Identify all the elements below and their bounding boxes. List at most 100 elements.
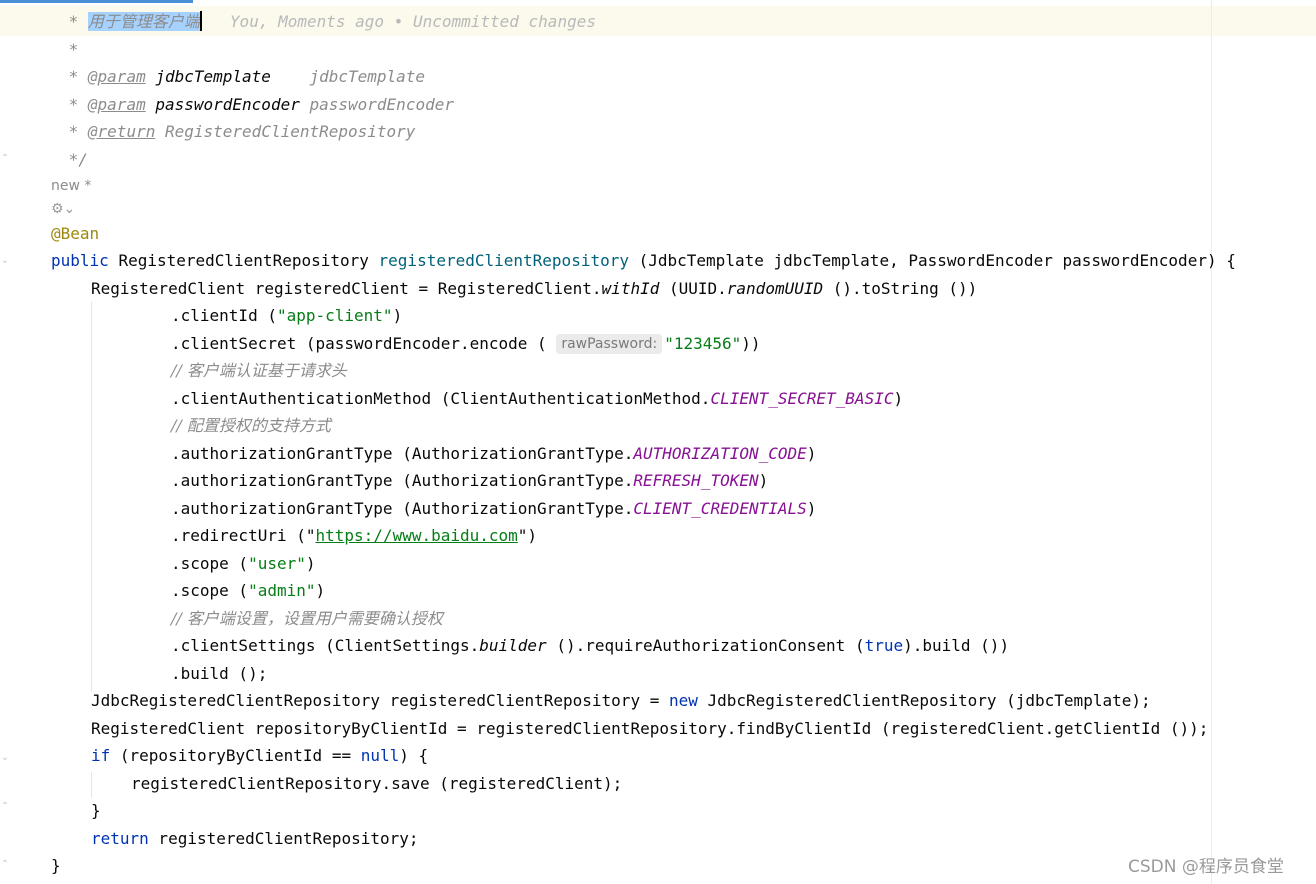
static-constant: CLIENT_CREDENTIALS	[633, 499, 807, 518]
code-text: )	[758, 471, 769, 490]
return-type: RegisteredClientRepository	[118, 251, 369, 270]
code-text: .clientAuthenticationMethod (ClientAuthe…	[171, 389, 711, 408]
code-text: )	[392, 306, 403, 325]
line-comment: // 配置授权的支持方式	[171, 416, 331, 435]
code-line-annotation[interactable]: @Bean	[51, 220, 99, 248]
code-line[interactable]: .scope ("user")	[171, 550, 316, 578]
code-line[interactable]: registeredClientRepository.save (registe…	[131, 770, 622, 798]
code-line[interactable]: .authorizationGrantType (AuthorizationGr…	[171, 467, 768, 495]
code-line[interactable]: .authorizationGrantType (AuthorizationGr…	[171, 495, 816, 523]
code-line[interactable]: }	[91, 797, 101, 825]
code-line-comment[interactable]: // 配置授权的支持方式	[171, 412, 331, 440]
code-line-comment[interactable]: // 客户端认证基于请求头	[171, 357, 347, 385]
doc-tag[interactable]: @param	[88, 95, 146, 114]
string-literal: "123456"	[664, 334, 742, 353]
code-text: ).build ())	[903, 636, 1010, 655]
doc-param-desc: passwordEncoder	[309, 95, 454, 114]
fold-marker-icon[interactable]: ⌃	[0, 152, 10, 166]
code-line-doc-summary[interactable]: * 用于管理客户端 You, Moments ago • Uncommitted …	[59, 8, 596, 36]
git-blame-annotation[interactable]: You, Moments ago • Uncommitted changes	[230, 12, 596, 31]
code-line[interactable]: .clientAuthenticationMethod (ClientAuthe…	[171, 385, 903, 413]
code-line[interactable]: }	[51, 852, 61, 880]
code-text: .redirectUri ("	[171, 526, 316, 545]
static-constant: CLIENT_SECRET_BASIC	[710, 389, 894, 408]
doc-tag[interactable]: @return	[88, 122, 155, 141]
code-text: )	[893, 389, 904, 408]
code-line-comment[interactable]: // 客户端设置，设置用户需要确认授权	[171, 605, 443, 633]
fold-marker-icon[interactable]: ⌃	[0, 858, 10, 872]
selected-text[interactable]: 用于管理客户端	[87, 12, 200, 31]
code-line[interactable]: .authorizationGrantType (AuthorizationGr…	[171, 440, 816, 468]
keyword: new	[668, 691, 698, 710]
code-line[interactable]: RegisteredClient registeredClient = Regi…	[91, 275, 977, 303]
code-line[interactable]: JdbcRegisteredClientRepository registere…	[91, 687, 1151, 715]
keyword: if	[91, 746, 111, 765]
fold-marker-icon[interactable]: ⌄	[0, 751, 10, 765]
code-text: .clientSecret (passwordEncoder.encode (	[171, 334, 557, 353]
static-constant: REFRESH_TOKEN	[633, 471, 759, 490]
doc-return-desc: RegisteredClientRepository	[164, 122, 416, 141]
code-text: )	[305, 554, 316, 573]
editor-tab-indicator	[0, 0, 193, 3]
url-link[interactable]: https://www.baidu.com	[316, 526, 518, 545]
code-line[interactable]: .build ();	[171, 660, 267, 688]
code-line[interactable]: if (repositoryByClientId == null) {	[91, 742, 428, 770]
code-text: ().toString ())	[823, 279, 978, 298]
keyword: return	[91, 829, 149, 848]
code-text: registeredClientRepository;	[148, 829, 419, 848]
code-line-doc-return[interactable]: * @return RegisteredClientRepository	[59, 118, 416, 146]
doc-param-name: jdbcTemplate	[155, 67, 271, 86]
code-text: )	[806, 499, 817, 518]
static-method: withId	[601, 279, 660, 298]
code-text: RegisteredClient registeredClient = Regi…	[91, 279, 602, 298]
code-text: }	[91, 801, 101, 820]
code-text: )	[806, 444, 817, 463]
code-text: .scope (	[171, 554, 249, 573]
code-text: .authorizationGrantType (AuthorizationGr…	[171, 499, 634, 518]
code-text: .clientSettings (ClientSettings.	[171, 636, 480, 655]
bean-gutter-icon[interactable]: ⚙⌄	[51, 201, 75, 217]
code-line-doc-star[interactable]: *	[59, 36, 79, 64]
code-line[interactable]: .redirectUri ("https://www.baidu.com")	[171, 522, 537, 550]
fold-marker-icon[interactable]: ⌃	[0, 800, 10, 814]
code-text: ))	[741, 334, 761, 353]
fold-marker-icon[interactable]: ⌄	[0, 254, 10, 268]
code-text: }	[51, 856, 61, 875]
code-text: JdbcRegisteredClientRepository (jdbcTemp…	[697, 691, 1151, 710]
doc-star: *	[59, 12, 88, 31]
code-text: .authorizationGrantType (AuthorizationGr…	[171, 444, 634, 463]
code-text: .clientId (	[171, 306, 277, 325]
keyword: public	[51, 251, 109, 270]
code-line[interactable]: .scope ("admin")	[171, 577, 325, 605]
code-line-doc-end[interactable]: */	[59, 146, 88, 174]
method-params: (JdbcTemplate jdbcTemplate, PasswordEnco…	[628, 251, 1236, 270]
string-literal: "admin"	[248, 581, 316, 600]
code-line[interactable]: .clientSettings (ClientSettings.builder …	[171, 632, 1009, 660]
code-text: .authorizationGrantType (AuthorizationGr…	[171, 471, 634, 490]
code-text: ) {	[399, 746, 429, 765]
code-vision-author[interactable]: new *	[51, 178, 91, 194]
text-caret	[199, 11, 202, 31]
code-editor[interactable]: ⌃ ⌄ ⌄ ⌃ ⌃ * 用于管理客户端 You, Moments ago • Un…	[0, 0, 1316, 884]
code-line[interactable]: return registeredClientRepository;	[91, 825, 419, 853]
code-text: RegisteredClient repositoryByClientId = …	[91, 719, 1209, 738]
code-line[interactable]: .clientSecret (passwordEncoder.encode ( …	[171, 330, 761, 358]
string-literal: "app-client"	[276, 306, 393, 325]
code-text: (repositoryByClientId ==	[110, 746, 361, 765]
static-constant: AUTHORIZATION_CODE	[633, 444, 807, 463]
code-line-doc-param[interactable]: * @param passwordEncoder passwordEncoder	[59, 91, 454, 119]
code-line[interactable]: .clientId ("app-client")	[171, 302, 402, 330]
doc-star: *	[59, 40, 79, 59]
watermark: CSDN @程序员食堂	[1128, 857, 1284, 877]
string-literal: "user"	[248, 554, 306, 573]
code-line-doc-param[interactable]: * @param jdbcTemplate jdbcTemplate	[59, 63, 425, 91]
parameter-hint: rawPassword:	[556, 334, 663, 354]
keyword: null	[360, 746, 400, 765]
indent-guide	[91, 302, 92, 692]
doc-tag[interactable]: @param	[88, 67, 146, 86]
code-line-method-signature[interactable]: public RegisteredClientRepository regist…	[51, 247, 1236, 275]
doc-param-name: passwordEncoder	[155, 95, 300, 114]
doc-star: *	[59, 95, 88, 114]
right-margin-guide	[1211, 0, 1212, 884]
code-line[interactable]: RegisteredClient repositoryByClientId = …	[91, 715, 1208, 743]
